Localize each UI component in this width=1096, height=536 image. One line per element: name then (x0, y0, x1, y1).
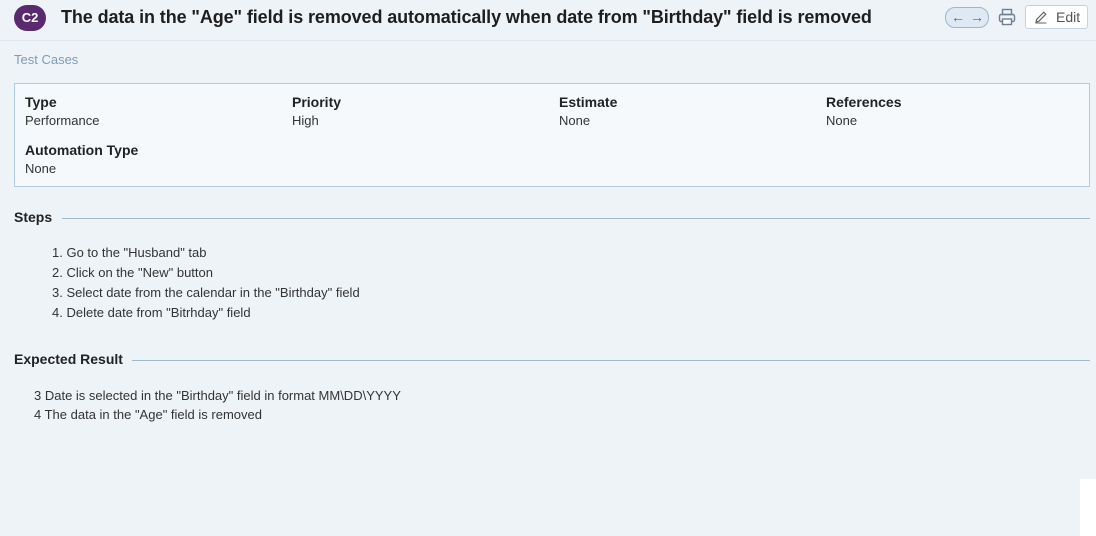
case-id-badge: C2 (14, 5, 46, 31)
arrow-left-icon[interactable]: ← (951, 8, 965, 26)
field-automation-type: Automation Type None (25, 142, 138, 176)
test-case-page: C2 The data in the "Age" field is remove… (0, 0, 1096, 536)
page-header: C2 The data in the "Age" field is remove… (0, 0, 1096, 41)
field-priority-value: High (292, 113, 319, 128)
field-references-label: References (826, 94, 902, 110)
field-type: Type Performance (25, 94, 99, 128)
field-estimate-label: Estimate (559, 94, 618, 110)
expected-result-heading: Expected Result (14, 351, 123, 367)
expected-result-divider (132, 360, 1090, 361)
expected-result-item: 4 The data in the "Age" field is removed (34, 407, 262, 422)
pencil-icon (1035, 11, 1047, 24)
step-item: 2. Click on the "New" button (52, 265, 213, 280)
panel-corner (1080, 479, 1096, 536)
field-type-label: Type (25, 94, 57, 110)
print-button[interactable] (998, 8, 1016, 26)
field-automation-type-value: None (25, 161, 57, 176)
step-item: 3. Select date from the calendar in the … (52, 285, 360, 300)
field-priority-label: Priority (292, 94, 342, 110)
steps-divider (62, 218, 1090, 219)
field-automation-type-label: Automation Type (25, 142, 139, 158)
breadcrumb-test-cases[interactable]: Test Cases (14, 52, 78, 67)
field-type-value: Performance (25, 113, 100, 128)
field-estimate-value: None (559, 113, 591, 128)
arrow-right-icon[interactable]: → (970, 8, 984, 26)
field-references: References None (826, 94, 902, 128)
step-item: 4. Delete date from "Bitrhday" field (52, 305, 251, 320)
print-icon (998, 8, 1016, 26)
case-navigation: ← → (945, 7, 989, 28)
expected-result-list: 3 Date is selected in the "Birthday" fie… (34, 386, 401, 424)
steps-heading: Steps (14, 209, 53, 225)
field-estimate: Estimate None (559, 94, 617, 128)
edit-button[interactable]: Edit (1025, 5, 1088, 29)
steps-list: 1. Go to the "Husband" tab 2. Click on t… (52, 243, 360, 323)
page-title: The data in the "Age" field is removed a… (61, 7, 872, 27)
expected-result-item: 3 Date is selected in the "Birthday" fie… (34, 388, 401, 403)
step-item: 1. Go to the "Husband" tab (52, 245, 207, 260)
case-properties-box: Type Performance Priority High Estimate … (14, 83, 1090, 187)
field-priority: Priority High (292, 94, 341, 128)
edit-button-label: Edit (1056, 9, 1081, 25)
field-references-value: None (826, 113, 858, 128)
